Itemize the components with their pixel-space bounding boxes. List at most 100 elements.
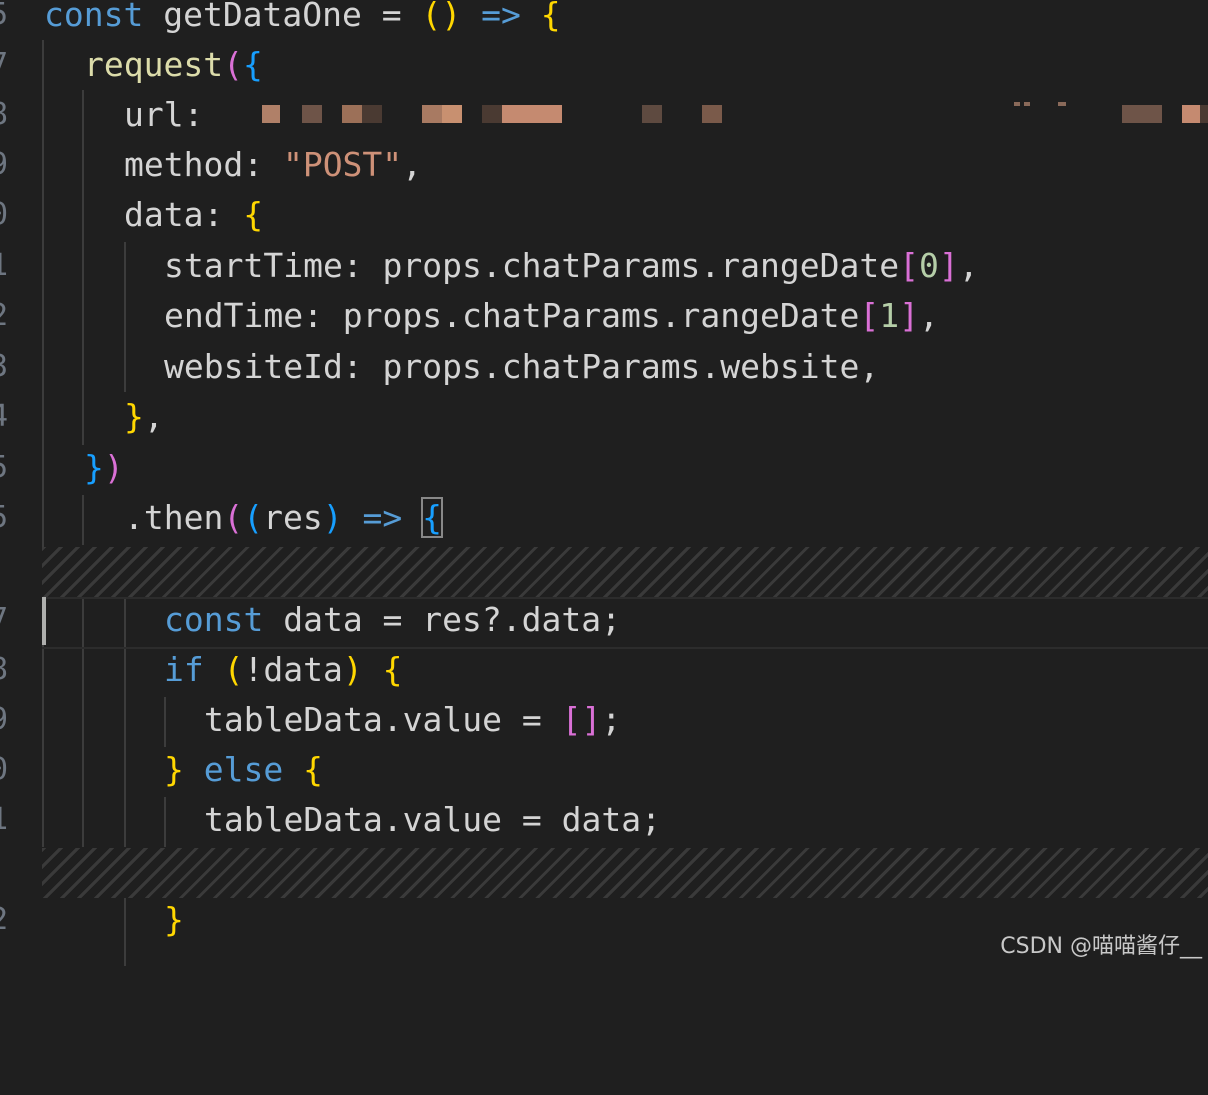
bracket-token: ] [899,296,919,335]
line-number: 3 [0,342,10,392]
redacted-block [342,105,362,123]
code-text: !data [243,650,343,689]
code-line[interactable]: 9 method: "POST", [0,140,1208,190]
code-line[interactable]: 1 startTime: props.chatParams.rangeDate[… [0,241,1208,291]
code-text: , [143,397,164,436]
code-text: endTime: props.chatParams.rangeDate [164,296,860,335]
redacted-block [1200,105,1208,123]
arrow-token: => [461,0,541,34]
code-line[interactable]: 0 } else { [0,745,1208,795]
line-number: 8 [0,645,10,695]
code-text: method: [124,145,283,184]
redacted-block [482,105,502,123]
paren-token: ( [421,0,442,34]
line-number: 5 [0,443,10,493]
code-text: , [958,246,979,285]
bracket-token: ] [938,246,959,285]
code-editor[interactable]: 5 const getDataOne = () => { 7 request({… [0,0,1208,966]
line-number: 1 [0,795,10,845]
brace-token: { [540,0,561,34]
brace-token: } [164,750,184,789]
brace-token: { [242,45,263,84]
code-line[interactable]: 8 if (!data) { [0,645,1208,695]
code-line[interactable]: 4 }, [0,392,1208,442]
code-line[interactable]: 1 tableData.value = data; [0,795,1208,845]
line-number: 0 [0,745,10,795]
redacted-block [502,105,562,123]
line-number: 9 [0,140,10,190]
redacted-block [1182,105,1200,123]
line-number: 9 [0,695,10,745]
code-line[interactable]: 8 url: [0,90,1208,140]
redacted-block [1024,102,1030,106]
line-number: 7 [0,40,10,90]
brace-token: { [382,650,403,689]
redacted-block [262,105,280,123]
redacted-block [422,105,442,123]
redacted-block [362,105,382,123]
code-line[interactable]: 5 const getDataOne = () => { [0,0,1208,40]
paren-token: ( [223,650,244,689]
code-text: tableData.value = data; [204,800,661,839]
paren-token: ( [243,498,264,537]
line-number: 2 [0,291,10,341]
string-token: "POST" [282,145,403,184]
brace-token: { [303,750,323,789]
code-text: , [402,145,423,184]
code-line[interactable]: 7 const data = res?.data; [0,595,1208,645]
bracket-token: [ [859,296,880,335]
bracket-token: [ [899,246,919,285]
code-text: tableData.value = [204,700,562,739]
function-token: request [84,45,224,84]
paren-token: ( [223,498,244,537]
code-line[interactable]: 7 request({ [0,40,1208,90]
code-line[interactable]: 3 websiteId: props.chatParams.website, [0,342,1208,392]
bracket-token: [ [561,700,582,739]
code-text: ; [601,700,622,739]
code-line[interactable]: 2 endTime: props.chatParams.rangeDate[1]… [0,291,1208,341]
line-number: 2 [0,895,10,945]
diff-deleted-region [42,848,1208,898]
number-token: 1 [879,296,900,335]
diff-deleted-region [42,547,1208,597]
redacted-block [1058,102,1066,106]
watermark: CSDN @喵喵酱仔__ [1000,934,1202,959]
code-text: data = res?.data; [263,600,621,639]
code-text: res [263,498,323,537]
code-line[interactable]: 9 tableData.value = []; [0,695,1208,745]
code-text: websiteId: props.chatParams.website, [164,347,880,386]
code-text: url: [124,95,204,134]
paren-token: ) [441,0,462,34]
number-token: 0 [918,246,939,285]
redacted-block [442,105,462,123]
code-text: , [919,296,939,335]
brace-token: } [164,900,184,939]
keyword-token: if [164,650,204,689]
code-line[interactable]: 0 data: { [0,190,1208,240]
brace-token: } [84,448,104,487]
arrow-token: => [342,498,423,537]
paren-token: ) [103,448,124,487]
keyword-token: else [203,750,284,789]
redacted-block [642,105,662,123]
matched-brace-token: { [421,497,443,538]
line-number: 4 [0,392,10,442]
paren-token: ( [223,45,243,84]
code-line[interactable]: 5 .then((res) => { [0,493,1208,543]
paren-token: ) [342,650,363,689]
redacted-block [1014,102,1020,106]
line-number: 5 [0,0,10,40]
keyword-token: const [44,0,144,34]
redacted-block [302,105,322,123]
code-text: .then [124,498,224,537]
paren-token: ) [322,498,343,537]
redacted-block [702,105,722,123]
brace-token: { [243,195,264,234]
code-line[interactable]: 5 }) [0,443,1208,493]
line-number: 0 [0,190,10,240]
line-number: 1 [0,241,10,291]
bracket-token: ] [581,700,602,739]
